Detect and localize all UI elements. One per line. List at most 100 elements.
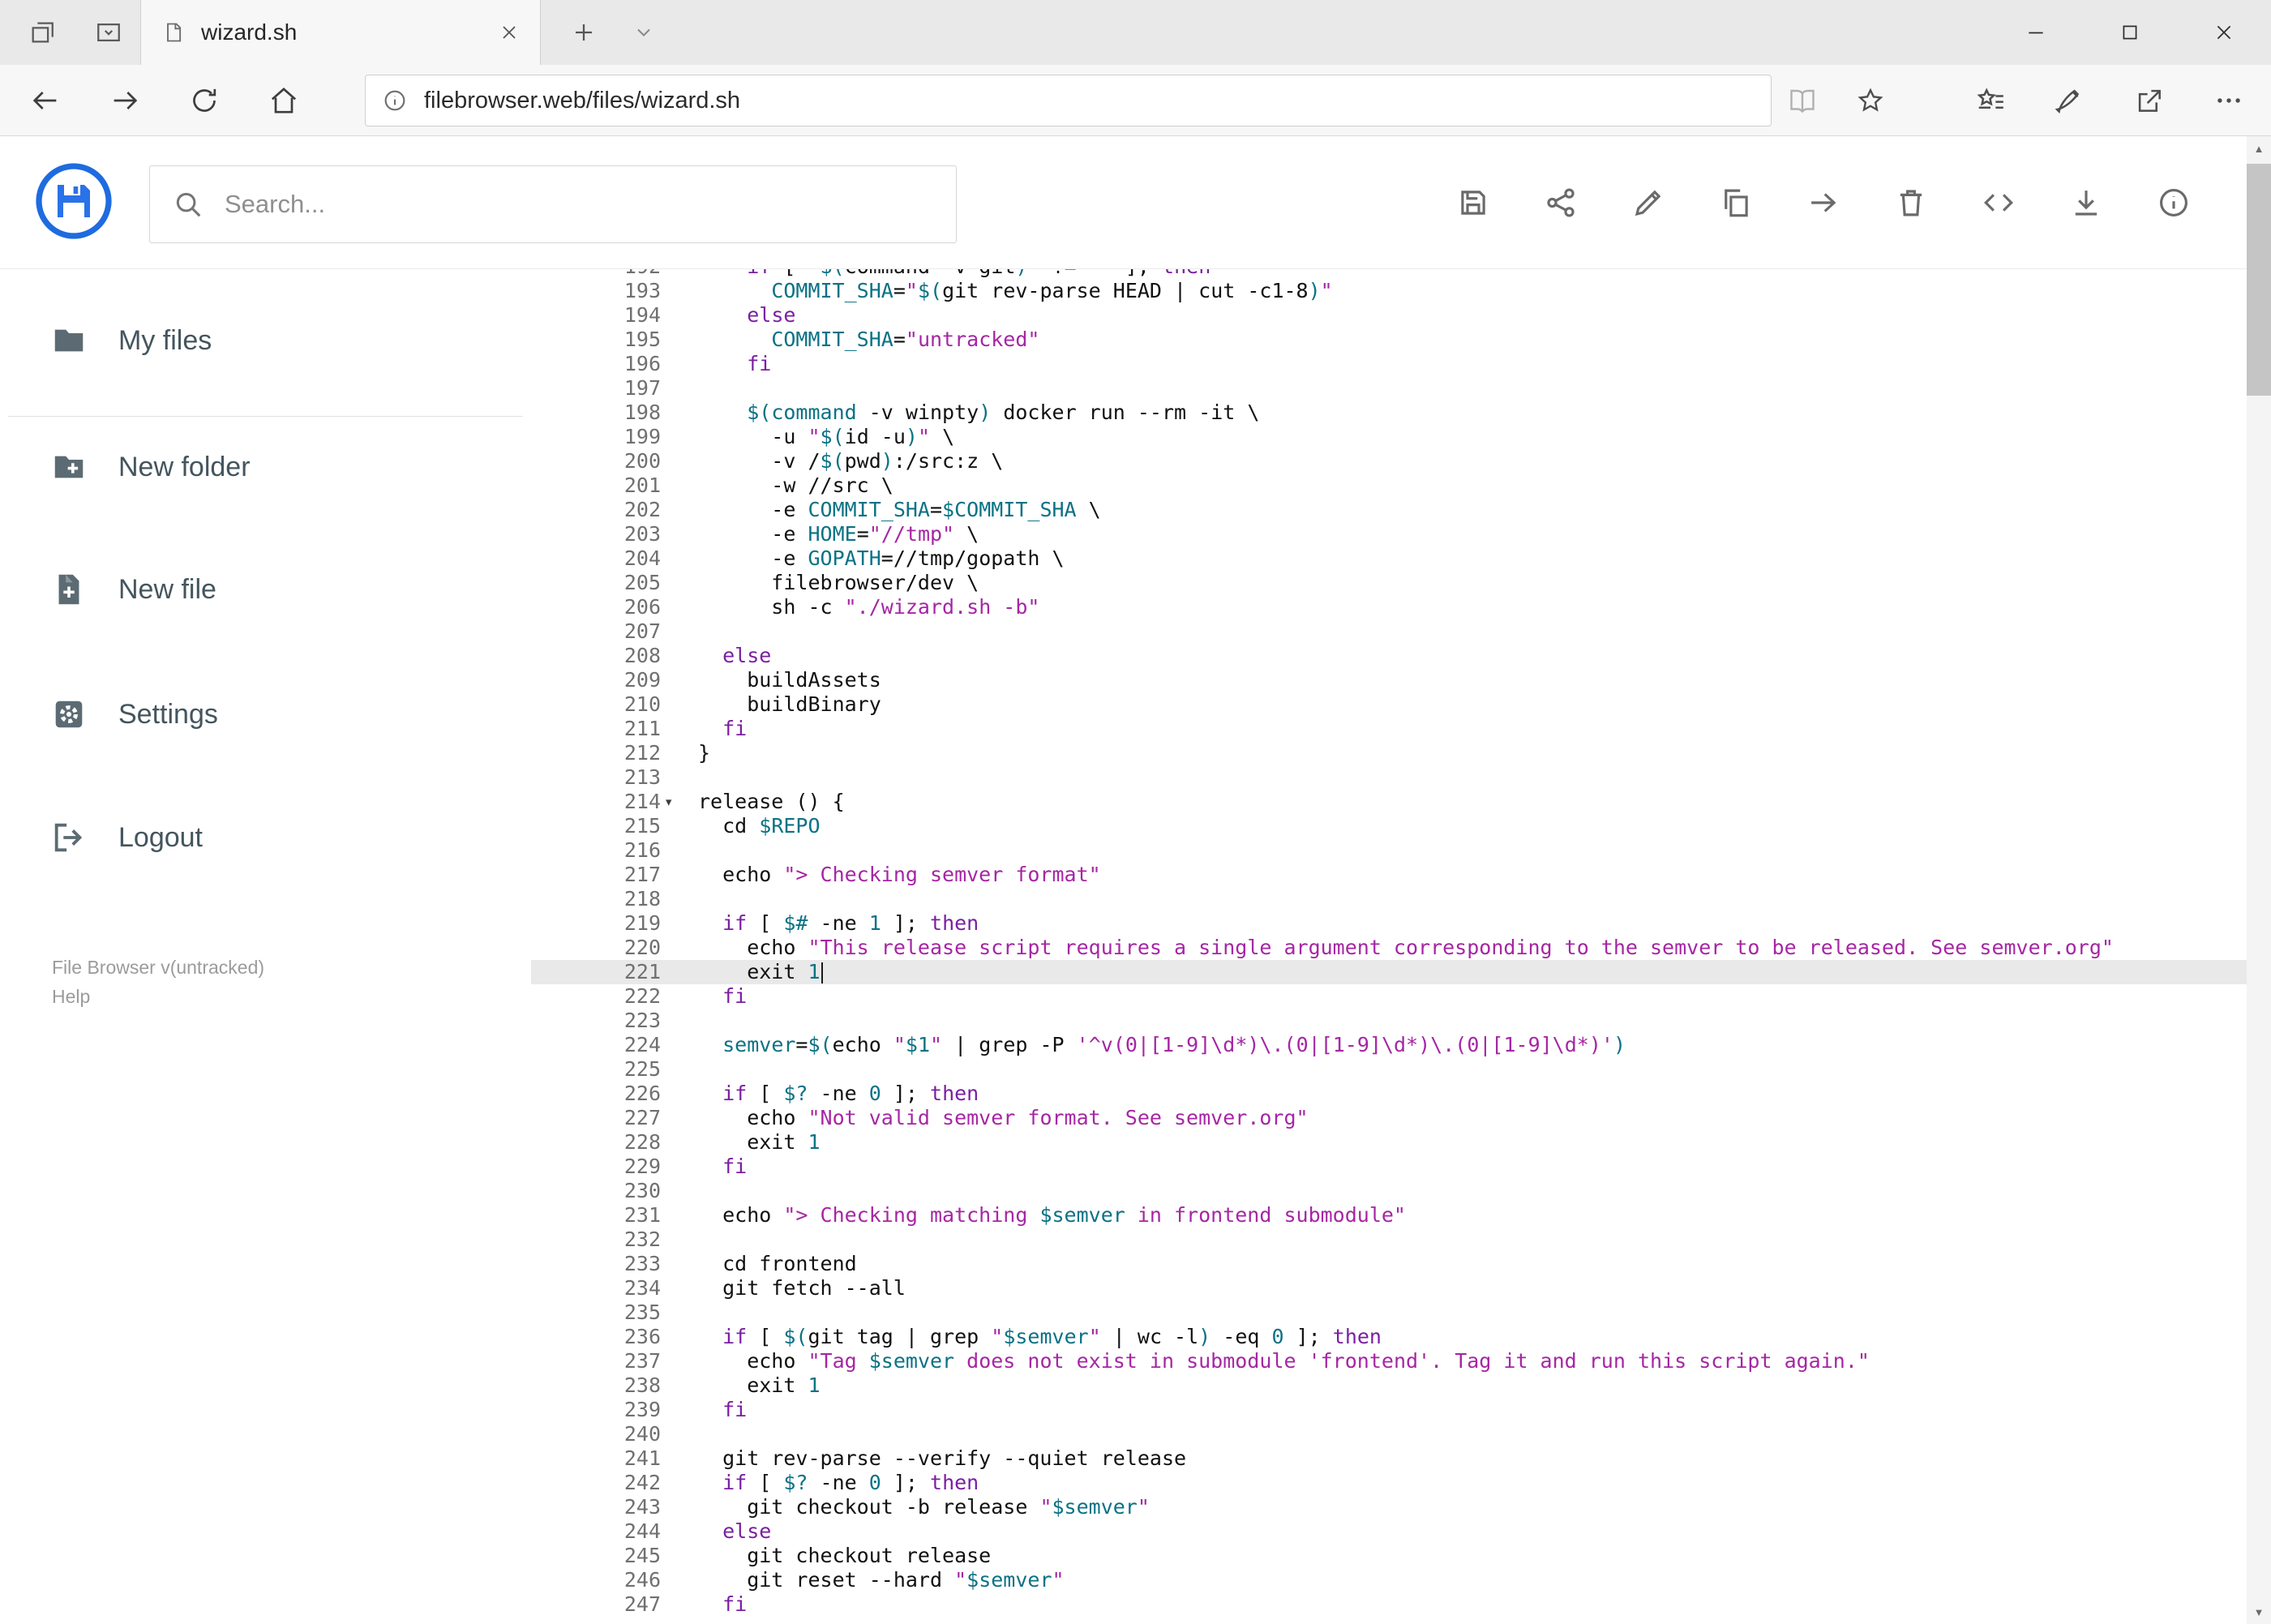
share-file-button[interactable] [1536,178,1585,227]
code-line[interactable]: 202 -e COMMIT_SHA=$COMMIT_SHA \ [531,498,2247,522]
code-line[interactable]: 221 exit 1 [531,960,2247,984]
code-line[interactable]: 247 fi [531,1592,2247,1617]
code-line[interactable]: 198 $(command -v winpty) docker run --rm… [531,401,2247,425]
code-line[interactable]: 204 -e GOPATH=//tmp/gopath \ [531,546,2247,571]
search-input[interactable] [225,190,933,219]
search-box[interactable] [149,165,957,243]
info-button[interactable] [2149,178,2198,227]
code-line[interactable]: 227 echo "Not valid semver format. See s… [531,1106,2247,1130]
code-line[interactable]: 246 git reset --hard "$semver" [531,1568,2247,1592]
move-button[interactable] [1799,178,1848,227]
tab-preview-icon[interactable] [88,11,130,54]
code-line[interactable]: 240 [531,1422,2247,1446]
code-editor[interactable]: 192 if [ "$(command -v git)" != "" ]; th… [531,269,2247,1624]
sidebar-item-settings[interactable]: Settings [0,678,531,751]
code-line[interactable]: 218 [531,887,2247,911]
code-line[interactable]: 201 -w //src \ [531,473,2247,498]
code-line[interactable]: 196 fi [531,352,2247,376]
code-line[interactable]: 230 [531,1179,2247,1203]
code-line[interactable]: 207 [531,619,2247,644]
code-line[interactable]: 228 exit 1 [531,1130,2247,1155]
code-line[interactable]: 220 echo "This release script requires a… [531,936,2247,960]
code-line[interactable]: 233 cd frontend [531,1252,2247,1276]
code-line[interactable]: 243 git checkout -b release "$semver" [531,1495,2247,1519]
url-text[interactable]: filebrowser.web/files/wizard.sh [424,88,740,114]
code-line[interactable]: 223 [531,1009,2247,1033]
code-line[interactable]: 215 cd $REPO [531,814,2247,838]
code-line[interactable]: 199 -u "$(id -u)" \ [531,425,2247,449]
code-line[interactable]: 211 fi [531,717,2247,741]
code-line[interactable]: 214 ▾ release () { [531,790,2247,814]
filebrowser-logo[interactable] [35,162,113,240]
code-line[interactable]: 219 if [ $# -ne 1 ]; then [531,911,2247,936]
rename-button[interactable] [1624,178,1673,227]
code-line[interactable]: 231 echo "> Checking matching $semver in… [531,1203,2247,1228]
code-line[interactable]: 208 else [531,644,2247,668]
hub-favorites-button[interactable] [1960,70,2021,131]
code-line[interactable]: 239 fi [531,1398,2247,1422]
browser-tab[interactable]: wizard.sh [140,0,541,65]
code-line[interactable]: 225 [531,1057,2247,1082]
code-line[interactable]: 232 [531,1228,2247,1252]
copy-button[interactable] [1712,178,1760,227]
code-line[interactable]: 197 [531,376,2247,401]
more-options-icon[interactable] [2198,70,2260,131]
code-line[interactable]: 236 if [ $(git tag | grep "$semver" | wc… [531,1325,2247,1349]
code-line[interactable]: 224 semver=$(echo "$1" | grep -P '^v(0|[… [531,1033,2247,1057]
code-line[interactable]: 237 echo "Tag $semver does not exist in … [531,1349,2247,1373]
page-scrollbar[interactable]: ▲ ▼ [2247,136,2271,1624]
maximize-button[interactable] [2083,0,2177,65]
code-line[interactable]: 238 exit 1 [531,1373,2247,1398]
code-line[interactable]: 216 [531,838,2247,863]
favorite-star-button[interactable] [1840,70,1901,131]
refresh-button[interactable] [174,70,235,131]
code-line[interactable]: 210 buildBinary [531,692,2247,717]
code-line[interactable]: 241 git rev-parse --verify --quiet relea… [531,1446,2247,1471]
tab-list-chevron-icon[interactable] [618,0,670,65]
save-button[interactable] [1449,178,1498,227]
reading-view-button[interactable] [1772,70,1833,131]
scroll-down-arrow-icon[interactable]: ▼ [2247,1600,2271,1624]
code-line[interactable]: 226 if [ $? -ne 0 ]; then [531,1082,2247,1106]
code-line[interactable]: 235 [531,1300,2247,1325]
code-view-button[interactable] [1974,178,2023,227]
help-link[interactable]: Help [52,986,90,1008]
sidebar-item-new-folder[interactable]: New folder [0,431,531,503]
tab-close-icon[interactable] [499,23,519,42]
code-line[interactable]: 242 if [ $? -ne 0 ]; then [531,1471,2247,1495]
delete-button[interactable] [1887,178,1935,227]
code-line[interactable]: 194 else [531,303,2247,328]
code-line[interactable]: 200 -v /$(pwd):/src:z \ [531,449,2247,473]
code-line[interactable]: 234 git fetch --all [531,1276,2247,1300]
fold-arrow-icon[interactable]: ▾ [664,790,673,814]
home-button[interactable] [253,70,315,131]
scrollbar-thumb[interactable] [2247,164,2271,396]
code-line[interactable]: 192 if [ "$(command -v git)" != "" ]; th… [531,269,2247,279]
sidebar-item-logout[interactable]: Logout [0,801,531,874]
new-tab-button[interactable] [553,0,615,65]
site-info-icon[interactable] [382,88,408,114]
share-button[interactable] [2119,70,2180,131]
download-button[interactable] [2062,178,2110,227]
code-line[interactable]: 206 sh -c "./wizard.sh -b" [531,595,2247,619]
close-button[interactable] [2177,0,2271,65]
code-line[interactable]: 217 echo "> Checking semver format" [531,863,2247,887]
code-line[interactable]: 212} [531,741,2247,765]
set-tabs-aside-icon[interactable] [21,11,63,54]
code-line[interactable]: 193 COMMIT_SHA="$(git rev-parse HEAD | c… [531,279,2247,303]
web-note-pen-button[interactable] [2039,70,2101,131]
code-line[interactable]: 245 git checkout release [531,1544,2247,1568]
sidebar-item-new-file[interactable]: New file [0,553,531,626]
back-button[interactable] [15,70,76,131]
code-line[interactable]: 229 fi [531,1155,2247,1179]
code-line[interactable]: 195 COMMIT_SHA="untracked" [531,328,2247,352]
scroll-up-arrow-icon[interactable]: ▲ [2247,136,2271,161]
forward-button[interactable] [94,70,156,131]
code-line[interactable]: 205 filebrowser/dev \ [531,571,2247,595]
code-line[interactable]: 244 else [531,1519,2247,1544]
address-bar[interactable]: filebrowser.web/files/wizard.sh [365,75,1772,126]
code-line[interactable]: 222 fi [531,984,2247,1009]
minimize-button[interactable] [1989,0,2083,65]
code-line[interactable]: 209 buildAssets [531,668,2247,692]
code-line[interactable]: 203 -e HOME="//tmp" \ [531,522,2247,546]
